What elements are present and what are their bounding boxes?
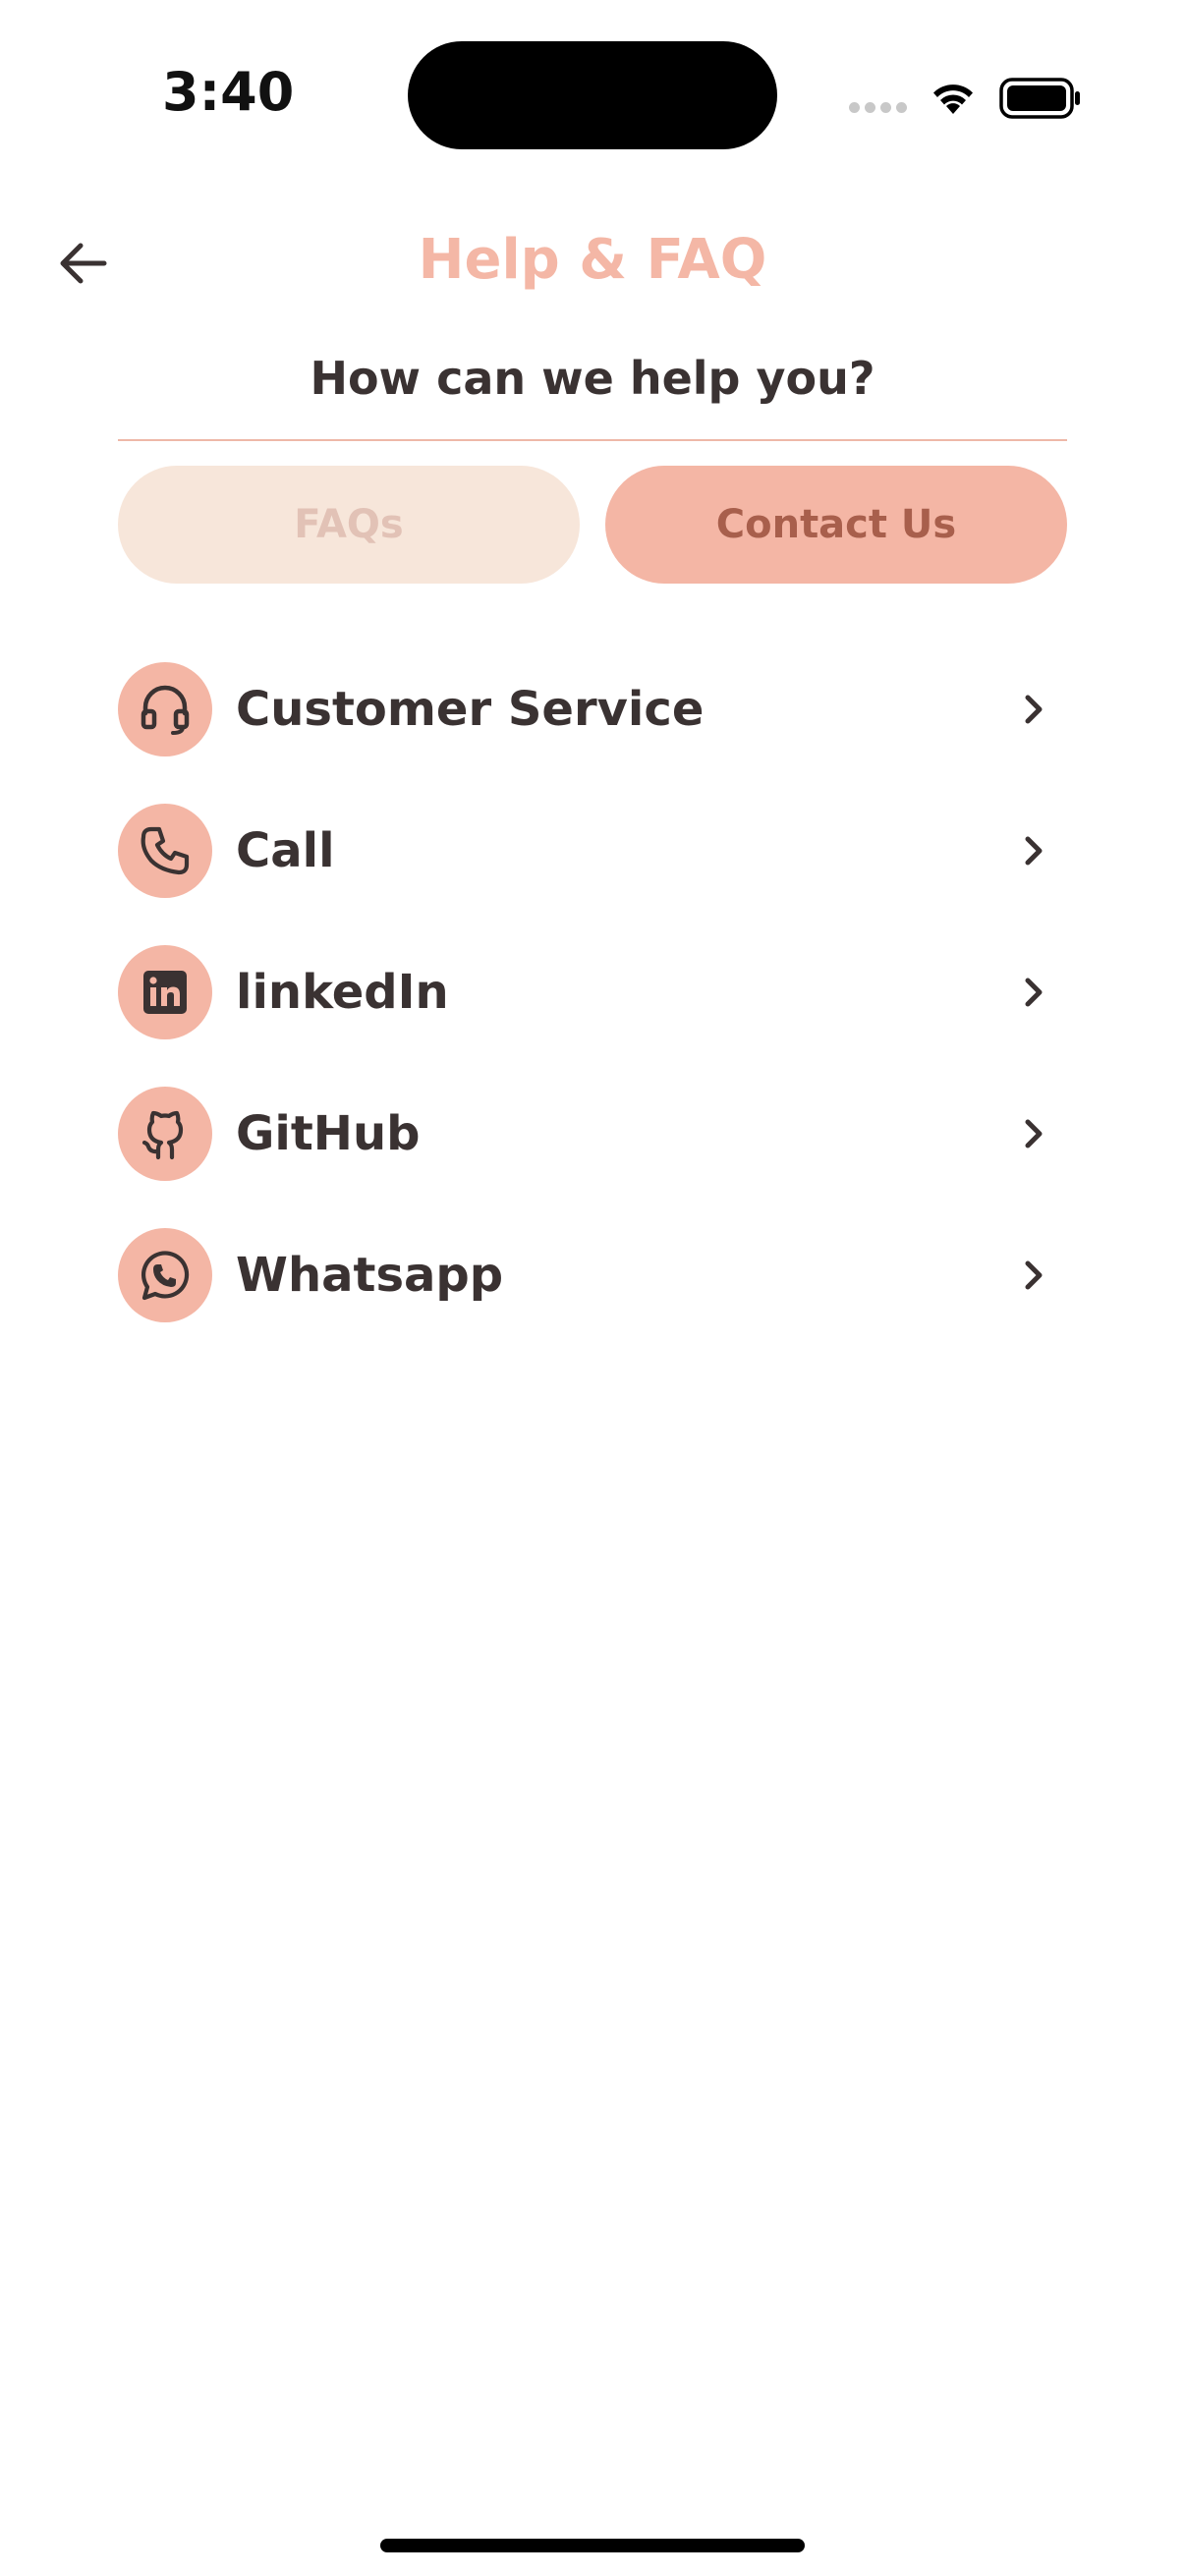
github-icon	[118, 1087, 212, 1181]
headset-icon	[118, 662, 212, 756]
battery-icon	[999, 77, 1082, 124]
help-faq-screen: 3:40 Help & FAQ How can we help you? FAQ…	[0, 0, 1185, 2576]
contact-item-label: linkedIn	[236, 965, 449, 1020]
help-prompt: How can we help you?	[310, 352, 875, 405]
cellular-signal-icon	[849, 102, 907, 113]
contact-item-whatsapp[interactable]: Whatsapp	[118, 1204, 1067, 1346]
contact-item-customer-service[interactable]: Customer Service	[118, 639, 1067, 780]
contact-item-label: Customer Service	[236, 682, 705, 737]
phone-icon	[118, 804, 212, 898]
contact-list: Customer Service Call linkedIn GitHub Wh…	[118, 639, 1067, 1346]
chevron-right-icon	[1006, 1106, 1061, 1161]
divider	[118, 439, 1067, 441]
status-time: 3:40	[162, 61, 295, 123]
wifi-icon	[928, 77, 979, 120]
chevron-right-icon	[1006, 1248, 1061, 1303]
tab-contact-us[interactable]: Contact Us	[605, 466, 1067, 584]
whatsapp-icon	[118, 1228, 212, 1322]
home-indicator[interactable]	[380, 2539, 805, 2552]
contact-item-label: Call	[236, 823, 335, 878]
linkedin-icon	[118, 945, 212, 1039]
chevron-right-icon	[1006, 965, 1061, 1020]
tab-faqs[interactable]: FAQs	[118, 466, 580, 584]
contact-item-call[interactable]: Call	[118, 780, 1067, 922]
contact-item-label: GitHub	[236, 1106, 421, 1161]
contact-item-linkedin[interactable]: linkedIn	[118, 922, 1067, 1063]
chevron-right-icon	[1006, 823, 1061, 878]
chevron-right-icon	[1006, 682, 1061, 737]
page-title: Help & FAQ	[418, 228, 767, 292]
contact-item-label: Whatsapp	[236, 1248, 504, 1303]
contact-item-github[interactable]: GitHub	[118, 1063, 1067, 1204]
dynamic-island	[408, 41, 777, 149]
